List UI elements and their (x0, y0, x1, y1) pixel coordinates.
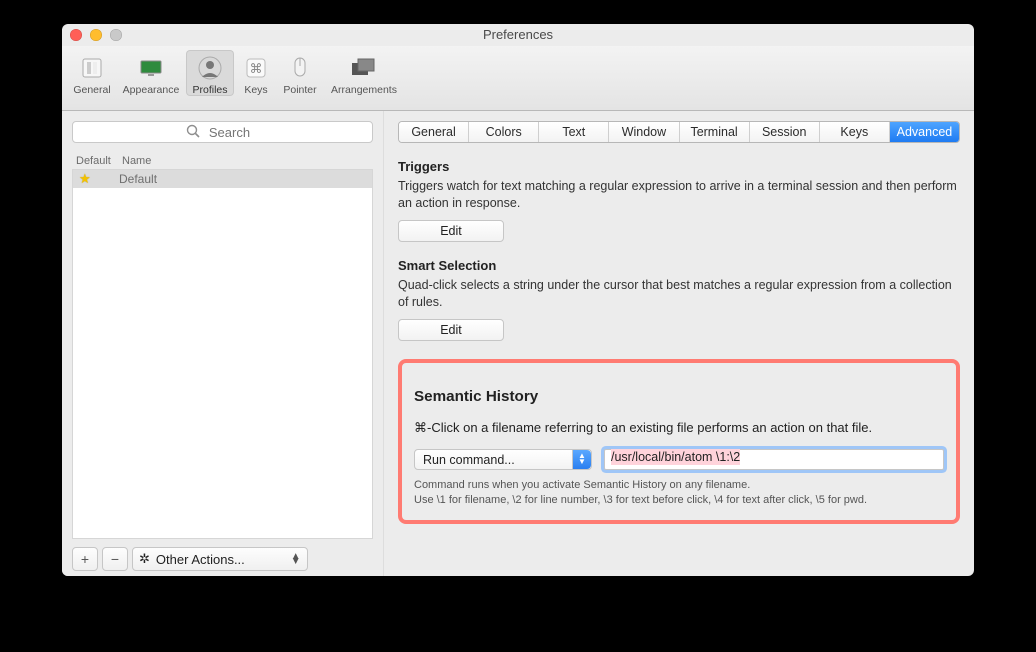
section-triggers: Triggers Triggers watch for text matchin… (398, 159, 960, 242)
search-icon (186, 124, 200, 138)
tab-general[interactable]: General (399, 122, 469, 142)
profiles-sidebar: Default Name ★ Default + − ✲ Other Actio… (62, 111, 384, 576)
semantic-action-select[interactable]: Run command... ▲▼ (414, 449, 592, 470)
section-smart-selection: Smart Selection Quad-click selects a str… (398, 258, 960, 341)
window-controls (70, 29, 122, 41)
toolbar-item-general[interactable]: General (68, 50, 116, 96)
smart-edit-button[interactable]: Edit (398, 319, 504, 341)
minimize-icon[interactable] (90, 29, 102, 41)
tab-terminal[interactable]: Terminal (680, 122, 750, 142)
smart-desc: Quad-click selects a string under the cu… (398, 277, 960, 311)
select-value: Run command... (423, 453, 515, 467)
star-icon: ★ (79, 171, 119, 187)
toolbar: General Appearance Profiles ⌘ Keys Point… (62, 46, 974, 111)
toolbar-label: Keys (236, 84, 276, 96)
toolbar-label: Pointer (278, 84, 322, 96)
svg-text:⌘: ⌘ (250, 61, 263, 76)
window-title: Preferences (62, 24, 974, 46)
column-default[interactable]: Default (76, 155, 122, 167)
switch-icon (68, 52, 116, 84)
minus-icon: − (111, 551, 119, 567)
toolbar-item-profiles[interactable]: Profiles (186, 50, 234, 96)
content-body: Default Name ★ Default + − ✲ Other Actio… (62, 111, 974, 576)
semantic-title: Semantic History (414, 388, 944, 405)
zoom-icon[interactable] (110, 29, 122, 41)
profile-row[interactable]: ★ Default (73, 170, 372, 188)
sidebar-actions: + − ✲ Other Actions... ▲▼ (72, 547, 373, 571)
windows-icon (324, 52, 404, 84)
smart-title: Smart Selection (398, 258, 960, 273)
tab-session[interactable]: Session (750, 122, 820, 142)
semantic-command-field[interactable]: /usr/local/bin/atom \1:\2 (604, 449, 944, 470)
semantic-command-value: /usr/local/bin/atom \1:\2 (611, 449, 740, 465)
toolbar-item-keys[interactable]: ⌘ Keys (236, 50, 276, 96)
tab-window[interactable]: Window (609, 122, 679, 142)
tab-advanced[interactable]: Advanced (890, 122, 959, 142)
profiles-header: Default Name (72, 153, 373, 170)
remove-profile-button[interactable]: − (102, 547, 128, 571)
close-icon[interactable] (70, 29, 82, 41)
chevron-updown-icon: ▲▼ (572, 450, 591, 469)
toolbar-item-appearance[interactable]: Appearance (118, 50, 184, 96)
triggers-desc: Triggers watch for text matching a regul… (398, 178, 960, 212)
plus-icon: + (81, 551, 89, 567)
triggers-edit-button[interactable]: Edit (398, 220, 504, 242)
monitor-icon (118, 52, 184, 84)
search-input[interactable] (72, 121, 373, 143)
toolbar-label: Appearance (118, 84, 184, 96)
person-icon (186, 52, 234, 84)
add-profile-button[interactable]: + (72, 547, 98, 571)
preferences-window: Preferences General Appearance Profiles … (62, 24, 974, 576)
other-actions-menu[interactable]: ✲ Other Actions... ▲▼ (132, 547, 308, 571)
toolbar-label: Arrangements (324, 84, 404, 96)
column-name[interactable]: Name (122, 155, 151, 167)
tab-text[interactable]: Text (539, 122, 609, 142)
triggers-title: Triggers (398, 159, 960, 174)
profile-tabs: General Colors Text Window Terminal Sess… (398, 121, 960, 143)
mouse-icon (278, 52, 322, 84)
profile-name: Default (119, 172, 157, 186)
gear-icon: ✲ (139, 551, 150, 567)
toolbar-label: General (68, 84, 116, 96)
tab-colors[interactable]: Colors (469, 122, 539, 142)
titlebar: Preferences (62, 24, 974, 46)
search-field[interactable] (72, 121, 373, 143)
command-key-icon: ⌘ (236, 52, 276, 84)
semantic-hint-line1: Command runs when you activate Semantic … (414, 478, 944, 493)
toolbar-label: Profiles (186, 84, 234, 96)
chevrons-icon: ▲▼ (291, 554, 301, 564)
tab-keys[interactable]: Keys (820, 122, 890, 142)
toolbar-item-pointer[interactable]: Pointer (278, 50, 322, 96)
semantic-hint: Command runs when you activate Semantic … (414, 478, 944, 508)
section-semantic-history: Semantic History ⌘-Click on a filename r… (398, 359, 960, 524)
profiles-list: ★ Default (72, 170, 373, 539)
main-panel: General Colors Text Window Terminal Sess… (384, 111, 974, 576)
toolbar-item-arrangements[interactable]: Arrangements (324, 50, 404, 96)
semantic-controls: Run command... ▲▼ /usr/local/bin/atom \1… (414, 449, 944, 470)
semantic-desc: ⌘-Click on a filename referring to an ex… (414, 420, 944, 436)
semantic-hint-line2: Use \1 for filename, \2 for line number,… (414, 493, 944, 508)
other-actions-label: Other Actions... (156, 552, 245, 567)
